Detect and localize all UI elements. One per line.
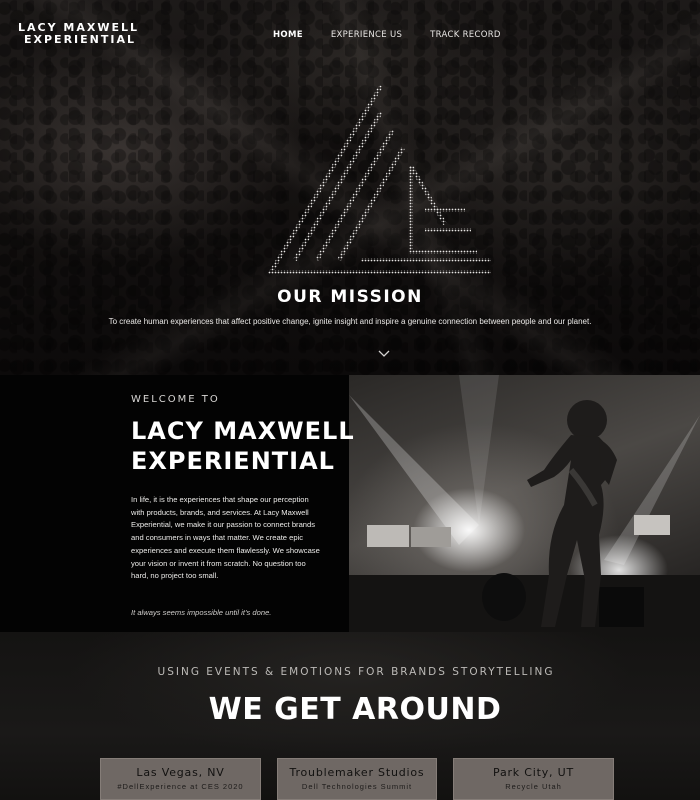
welcome-title-line2: EXPERIENTIAL <box>131 447 335 475</box>
chevron-down-icon[interactable] <box>378 350 390 358</box>
nav-link-experience-us[interactable]: EXPERIENCE US <box>331 30 402 40</box>
welcome-title-line1: LACY MAXWELL <box>131 417 355 445</box>
triangle-logo-mark <box>267 84 491 274</box>
event-card-troublemaker-studios[interactable]: Troublemaker Studios Dell Technologies S… <box>277 758 437 800</box>
event-card-title: Park City, UT <box>493 766 574 779</box>
event-card-subtitle: #DellExperience at CES 2020 <box>117 782 244 791</box>
brand-logo-line2: EXPERIENTIAL <box>24 33 136 46</box>
events-kicker: USING EVENTS & EMOTIONS FOR BRANDS STORY… <box>157 666 555 678</box>
welcome-title: LACY MAXWELL EXPERIENTIAL <box>131 416 355 476</box>
mission-text: To create human experiences that affect … <box>108 317 592 326</box>
event-card-subtitle: Recycle Utah <box>505 782 562 791</box>
welcome-stage-photo <box>349 375 700 632</box>
event-card-title: Las Vegas, NV <box>136 766 225 779</box>
event-card-park-city[interactable]: Park City, UT Recycle Utah <box>453 758 614 800</box>
stage-performer-image <box>349 375 700 632</box>
event-card-las-vegas[interactable]: Las Vegas, NV #DellExperience at CES 202… <box>100 758 261 800</box>
welcome-tagline: It always seems impossible until it’s do… <box>131 608 272 617</box>
event-card-title: Troublemaker Studios <box>289 766 425 779</box>
nav-link-track-record[interactable]: TRACK RECORD <box>430 30 501 40</box>
welcome-body-text: In life, it is the experiences that shap… <box>131 495 320 581</box>
main-nav: HOME EXPERIENCE US TRACK RECORD <box>273 30 501 40</box>
mission-title: OUR MISSION <box>277 287 423 307</box>
event-cards: Las Vegas, NV #DellExperience at CES 202… <box>100 758 614 800</box>
brand-logo[interactable]: LACY MAXWELL EXPERIENTIAL <box>18 22 139 46</box>
welcome-kicker: WELCOME TO <box>131 394 220 405</box>
event-card-subtitle: Dell Technologies Summit <box>301 782 413 791</box>
nav-link-home[interactable]: HOME <box>273 30 303 40</box>
events-title: WE GET AROUND <box>208 692 502 727</box>
